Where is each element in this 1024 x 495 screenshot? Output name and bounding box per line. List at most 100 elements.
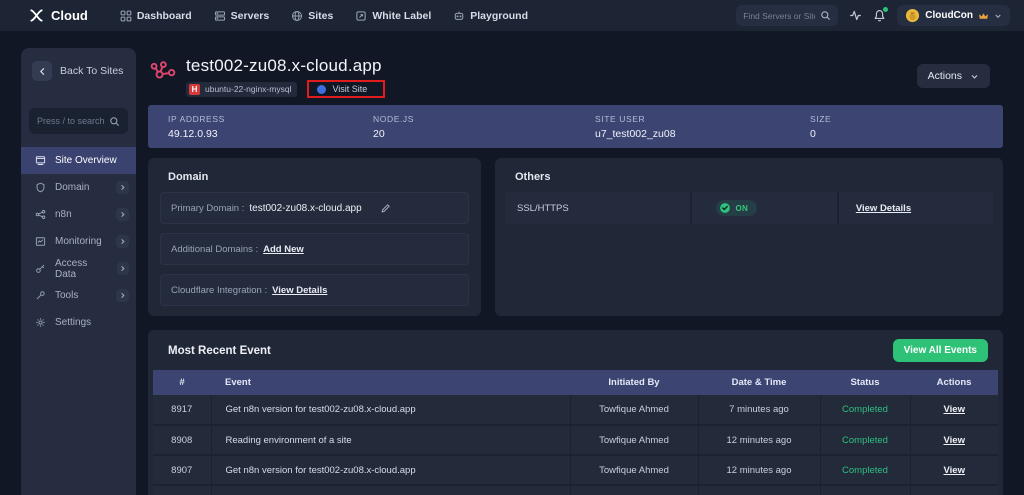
brand-name: Cloud xyxy=(51,8,88,23)
info-nodejs: NODE.JS 20 xyxy=(353,114,575,140)
bell-icon[interactable] xyxy=(873,9,886,22)
navbar-right: CloudCon xyxy=(736,5,1010,26)
edit-domain-icon[interactable] xyxy=(380,203,391,214)
sidebar: Back To Sites Site Overview Domain xyxy=(21,48,136,495)
sidebar-search xyxy=(29,108,128,134)
sidebar-item-monitoring[interactable]: Monitoring xyxy=(21,228,136,255)
cloud-logo-icon xyxy=(28,8,45,23)
view-event-link[interactable]: View xyxy=(944,435,965,446)
key-icon xyxy=(35,263,46,274)
site-header: test002-zu08.x-cloud.app H ubuntu-22-ngi… xyxy=(148,48,1008,100)
main-content: test002-zu08.x-cloud.app H ubuntu-22-ngi… xyxy=(148,48,1008,495)
ssl-label: SSL/HTTPS xyxy=(505,192,690,224)
nav-item-sites[interactable]: Sites xyxy=(283,6,341,26)
primary-domain-row: Primary Domain : test002-zu08.x-cloud.ap… xyxy=(160,192,469,224)
nav-item-white-label[interactable]: White Label xyxy=(347,6,439,26)
activity-icon[interactable] xyxy=(849,9,862,22)
global-search-input[interactable] xyxy=(743,11,815,21)
ssl-status: ON xyxy=(735,204,748,213)
info-size: SIZE 0 xyxy=(790,114,1003,140)
status-badge: Completed xyxy=(820,395,910,425)
stack-tag: H ubuntu-22-nginx-mysql xyxy=(186,82,297,97)
main-nav: Dashboard Servers Sites xyxy=(112,6,536,26)
chevron-right-icon xyxy=(116,208,129,221)
back-label: Back To Sites xyxy=(60,65,123,77)
domain-panel-title: Domain xyxy=(148,158,481,183)
additional-domains-row: Additional Domains : Add New xyxy=(160,233,469,265)
top-navbar: Cloud Dashboard Servers xyxy=(0,0,1024,31)
sidebar-search-input[interactable] xyxy=(37,116,105,126)
sidebar-menu: Site Overview Domain n8n xyxy=(21,147,136,336)
site-title-block: test002-zu08.x-cloud.app H ubuntu-22-ngi… xyxy=(186,56,385,98)
dashboard-icon xyxy=(120,10,132,22)
visit-globe-icon xyxy=(317,85,326,94)
view-all-events-button[interactable]: View All Events xyxy=(893,339,988,362)
nav-item-servers[interactable]: Servers xyxy=(206,6,278,26)
chevron-right-icon xyxy=(116,235,129,248)
others-panel: Others SSL/HTTPS ON View xyxy=(495,158,1003,316)
wrench-icon xyxy=(35,290,46,301)
visit-site-link[interactable]: Visit Site xyxy=(307,80,385,98)
ssl-row: SSL/HTTPS ON View Details xyxy=(505,192,993,224)
ssl-toggle[interactable]: ON xyxy=(716,200,757,216)
search-icon xyxy=(820,10,831,21)
recent-events-panel: Most Recent Event View All Events # Even… xyxy=(148,330,1003,495)
cloudflare-details-link[interactable]: View Details xyxy=(272,285,327,296)
status-badge: Completed xyxy=(820,455,910,485)
view-event-link[interactable]: View xyxy=(944,465,965,476)
cloudflare-row: Cloudflare Integration : View Details xyxy=(160,274,469,306)
n8n-icon xyxy=(35,209,46,220)
table-row: 8907 Get n8n version for test002-zu08.x-… xyxy=(153,455,998,485)
sites-globe-icon xyxy=(291,10,303,22)
view-event-link[interactable]: View xyxy=(944,404,965,415)
chevron-right-icon xyxy=(116,289,129,302)
nav-item-dashboard[interactable]: Dashboard xyxy=(112,6,200,26)
gear-icon xyxy=(35,317,46,328)
domain-panel: Domain Primary Domain : test002-zu08.x-c… xyxy=(148,158,481,316)
table-row: 8917 Get n8n version for test002-zu08.x-… xyxy=(153,395,998,425)
table-row: 8908 Reading environment of a site Towfi… xyxy=(153,425,998,455)
site-network-icon xyxy=(150,60,178,84)
playground-icon xyxy=(453,10,465,22)
table-row-partial xyxy=(153,485,998,495)
sidebar-item-domain[interactable]: Domain xyxy=(21,174,136,201)
actions-button[interactable]: Actions xyxy=(917,64,990,88)
sidebar-item-site-overview[interactable]: Site Overview xyxy=(21,147,136,174)
nav-item-playground[interactable]: Playground xyxy=(445,6,536,26)
servers-icon xyxy=(214,10,226,22)
sidebar-item-access-data[interactable]: Access Data xyxy=(21,255,136,282)
status-badge: Completed xyxy=(820,425,910,455)
account-menu[interactable]: CloudCon xyxy=(897,5,1010,26)
site-tags: H ubuntu-22-nginx-mysql Visit Site xyxy=(186,80,385,98)
search-icon xyxy=(109,116,120,127)
app-logo[interactable]: Cloud xyxy=(28,8,88,23)
chevron-down-icon xyxy=(994,12,1002,20)
events-table: # Event Initiated By Date & Time Status … xyxy=(153,370,998,495)
avatar xyxy=(905,8,920,23)
sidebar-item-n8n[interactable]: n8n xyxy=(21,201,136,228)
page-title: test002-zu08.x-cloud.app xyxy=(186,56,385,76)
monitoring-icon xyxy=(35,236,46,247)
chevron-down-icon xyxy=(970,72,979,81)
site-overview-icon xyxy=(35,155,46,166)
white-label-icon xyxy=(355,10,367,22)
add-new-domain-link[interactable]: Add New xyxy=(263,244,304,255)
info-ip-address: IP ADDRESS 49.12.0.93 xyxy=(148,114,353,140)
sidebar-item-settings[interactable]: Settings xyxy=(21,309,136,336)
shield-icon xyxy=(35,182,46,193)
check-circle-icon xyxy=(719,202,731,214)
ssl-details-link[interactable]: View Details xyxy=(856,203,911,214)
chevron-right-icon xyxy=(117,262,129,275)
info-site-user: SITE USER u7_test002_zu08 xyxy=(575,114,790,140)
sidebar-item-tools[interactable]: Tools xyxy=(21,282,136,309)
crown-icon xyxy=(978,11,989,21)
account-name: CloudCon xyxy=(925,10,973,21)
global-search xyxy=(736,5,838,26)
back-to-sites[interactable]: Back To Sites xyxy=(21,48,136,81)
others-panel-title: Others xyxy=(495,158,1003,183)
events-title: Most Recent Event xyxy=(168,345,271,357)
site-info-bar: IP ADDRESS 49.12.0.93 NODE.JS 20 SITE US… xyxy=(148,105,1003,148)
stack-badge-icon: H xyxy=(189,84,200,95)
chevron-left-icon[interactable] xyxy=(32,61,52,81)
events-table-header: # Event Initiated By Date & Time Status … xyxy=(153,370,998,395)
